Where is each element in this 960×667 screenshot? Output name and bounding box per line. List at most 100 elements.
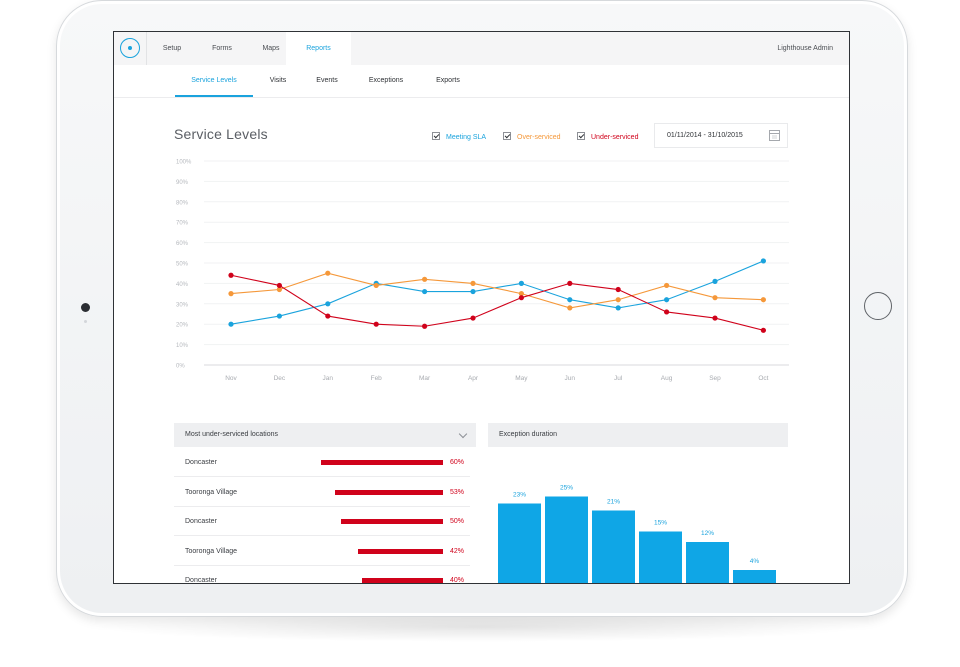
location-value: 60% xyxy=(450,459,465,466)
location-value: 40% xyxy=(450,577,465,584)
location-name: Doncaster xyxy=(185,577,217,584)
service-levels-line-chart: 100% 90% 80% 70% 60% 50% 40% 30% 20% 10% 0% Nov Dec J… xyxy=(176,160,789,382)
data-point[interactable] xyxy=(470,288,476,295)
exception-bar[interactable] xyxy=(592,510,635,585)
location-row[interactable]: Tooronga Village 53% xyxy=(174,478,470,507)
y-tick-label: 40% xyxy=(176,282,189,288)
data-point[interactable] xyxy=(228,272,234,278)
location-name: Tooronga Village xyxy=(185,488,238,496)
data-point[interactable] xyxy=(615,297,621,303)
data-point[interactable] xyxy=(567,305,573,311)
exception-duration-chart: 23% 25% 21% 15% 12% 4% xyxy=(498,485,776,585)
locations-panel-title: Most under-serviced locations xyxy=(185,431,278,438)
x-tick-label: Mar xyxy=(419,375,431,382)
camera-icon xyxy=(81,303,90,312)
location-bar xyxy=(357,548,443,554)
exception-bar-label: 23% xyxy=(513,492,526,499)
app-screen: Setup Forms Maps Reports Lighthouse Admi… xyxy=(113,31,850,584)
data-point[interactable] xyxy=(422,323,428,329)
location-bar xyxy=(361,578,443,583)
data-point[interactable] xyxy=(712,278,718,284)
data-point[interactable] xyxy=(276,313,282,319)
exceptions-panel-header: Exception duration xyxy=(488,423,788,447)
data-point[interactable] xyxy=(664,282,670,289)
data-point[interactable] xyxy=(422,288,428,295)
y-tick-label: 100% xyxy=(176,160,192,166)
series-line xyxy=(230,272,764,309)
location-row[interactable]: Doncaster 60% xyxy=(174,448,470,477)
x-tick-label: Feb xyxy=(371,375,383,382)
exception-bar-label: 25% xyxy=(560,485,573,492)
x-tick-label: Jul xyxy=(614,375,623,382)
x-tick-label: Sep xyxy=(709,375,721,382)
data-point[interactable] xyxy=(760,258,767,264)
data-point[interactable] xyxy=(373,321,379,327)
exception-bar-label: 15% xyxy=(654,520,667,527)
sensor-dot xyxy=(84,320,87,323)
y-tick-label: 50% xyxy=(176,262,189,268)
y-tick-label: 10% xyxy=(176,343,189,349)
data-point[interactable] xyxy=(518,295,524,301)
x-tick-label: Aug xyxy=(661,375,673,382)
data-point[interactable] xyxy=(760,327,767,333)
data-point[interactable] xyxy=(567,280,573,286)
data-point[interactable] xyxy=(470,280,476,286)
y-tick-label: 60% xyxy=(176,241,189,247)
data-point[interactable] xyxy=(760,297,767,303)
exception-bar[interactable] xyxy=(733,570,776,584)
data-point[interactable] xyxy=(325,313,331,319)
location-name: Tooronga Village xyxy=(185,547,238,555)
location-name: Doncaster xyxy=(185,518,217,525)
y-tick-label: 0% xyxy=(176,364,185,370)
y-tick-label: 30% xyxy=(176,302,189,308)
data-point[interactable] xyxy=(518,280,524,286)
exception-bar[interactable] xyxy=(686,542,729,584)
x-tick-label: May xyxy=(515,375,528,382)
home-button[interactable] xyxy=(864,292,892,320)
x-tick-label: Oct xyxy=(758,375,768,382)
series-line xyxy=(230,260,764,325)
data-point[interactable] xyxy=(325,270,331,276)
x-tick-label: Jun xyxy=(565,375,576,382)
location-bar xyxy=(335,489,443,495)
location-row[interactable]: Tooronga Village 42% xyxy=(174,537,470,566)
data-point[interactable] xyxy=(712,315,718,321)
y-tick-label: 90% xyxy=(176,180,189,186)
data-point[interactable] xyxy=(422,276,428,282)
exception-bar[interactable] xyxy=(639,531,682,585)
data-point[interactable] xyxy=(615,286,621,293)
x-tick-label: Apr xyxy=(468,375,479,382)
data-point[interactable] xyxy=(470,315,476,321)
location-value: 42% xyxy=(450,547,465,555)
data-point[interactable] xyxy=(664,309,670,315)
x-tick-label: Jan xyxy=(323,375,334,382)
location-value: 50% xyxy=(450,518,465,525)
chevron-down-icon[interactable] xyxy=(458,429,468,439)
locations-panel-header[interactable]: Most under-serviced locations xyxy=(174,423,476,447)
exception-bar[interactable] xyxy=(545,496,588,585)
data-point[interactable] xyxy=(712,295,718,301)
location-bar xyxy=(341,519,443,524)
location-name: Doncaster xyxy=(185,459,217,466)
location-value: 53% xyxy=(450,488,465,496)
location-row[interactable]: Doncaster 40% xyxy=(174,566,470,584)
data-point[interactable] xyxy=(373,282,379,289)
data-point[interactable] xyxy=(567,297,573,303)
data-point[interactable] xyxy=(615,305,621,311)
exception-bar-label: 21% xyxy=(607,499,620,506)
x-tick-label: Nov xyxy=(225,375,237,382)
data-point[interactable] xyxy=(664,297,670,303)
y-tick-label: 70% xyxy=(176,221,189,227)
location-bar xyxy=(321,460,443,465)
data-point[interactable] xyxy=(228,321,234,327)
data-point[interactable] xyxy=(228,291,234,297)
data-point[interactable] xyxy=(325,301,331,307)
x-tick-label: Dec xyxy=(274,375,286,382)
data-point[interactable] xyxy=(276,282,282,289)
exception-bar[interactable] xyxy=(498,503,541,585)
exception-bar-label: 12% xyxy=(701,530,714,537)
y-tick-label: 20% xyxy=(176,323,189,329)
y-tick-label: 80% xyxy=(176,200,189,206)
exception-bar-label: 4% xyxy=(750,558,760,565)
location-row[interactable]: Doncaster 50% xyxy=(174,507,470,536)
